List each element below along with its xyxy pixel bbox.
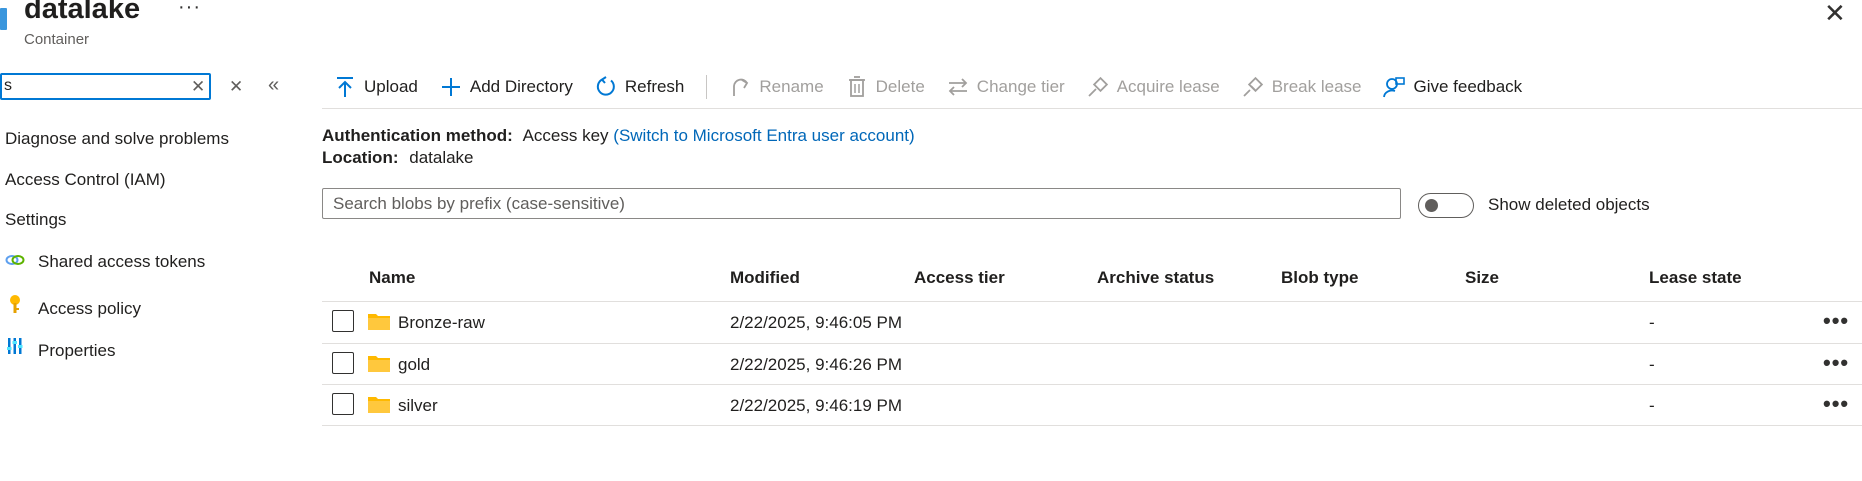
column-header-access-tier[interactable]: Access tier <box>914 268 1005 288</box>
column-header-lease-state[interactable]: Lease state <box>1649 268 1742 288</box>
sidebar-item-label: Properties <box>38 341 116 360</box>
blob-search-field[interactable] <box>322 188 1401 219</box>
column-header-modified[interactable]: Modified <box>730 268 800 288</box>
rename-button[interactable]: Rename <box>729 76 824 98</box>
column-header-size[interactable]: Size <box>1465 268 1499 288</box>
close-blade-button[interactable]: ✕ <box>1824 0 1846 29</box>
break-lease-icon <box>1242 76 1264 98</box>
lease-icon <box>1087 76 1109 98</box>
toolbar-divider <box>706 75 708 99</box>
blob-search-input[interactable] <box>323 190 1400 217</box>
link-icon <box>5 252 25 272</box>
nav-search-input[interactable] <box>2 75 184 97</box>
rename-icon <box>729 76 751 98</box>
row-divider <box>322 425 1862 426</box>
row-checkbox[interactable] <box>332 393 354 415</box>
sidebar-item-shared-access-tokens[interactable]: Shared access tokens <box>5 252 205 272</box>
nav-search-clear-icon[interactable]: ✕ <box>191 77 205 97</box>
page-title: datalake <box>24 0 141 25</box>
nav-search-field[interactable] <box>0 73 211 100</box>
column-header-archive-status[interactable]: Archive status <box>1097 268 1214 288</box>
show-deleted-toggle[interactable] <box>1418 193 1474 218</box>
location-label: Location: <box>322 148 399 167</box>
row-name[interactable]: Bronze-raw <box>398 313 485 333</box>
refresh-button[interactable]: Refresh <box>595 76 684 98</box>
sidebar-item-settings[interactable]: Settings <box>5 210 66 230</box>
column-header-blob-type[interactable]: Blob type <box>1281 268 1358 288</box>
change-tier-button[interactable]: Change tier <box>947 76 1065 98</box>
command-bar: Upload Add Directory Refresh Rename Dele… <box>334 72 1544 102</box>
nav-clear-filter-button[interactable]: ✕ <box>229 77 243 97</box>
row-modified: 2/22/2025, 9:46:26 PM <box>730 355 903 374</box>
row-lease-state: - <box>1649 396 1655 415</box>
sidebar-item-label: Access policy <box>38 299 141 318</box>
row-modified: 2/22/2025, 9:46:05 PM <box>730 313 903 332</box>
break-lease-button[interactable]: Break lease <box>1242 76 1361 98</box>
row-more-button[interactable]: ••• <box>1823 393 1849 415</box>
row-lease-state: - <box>1649 313 1655 332</box>
location-value: datalake <box>409 148 474 167</box>
sidebar-item-label: Settings <box>5 210 67 229</box>
location-line: Location: datalake <box>322 148 474 168</box>
page-subtitle: Container <box>24 31 90 48</box>
row-checkbox[interactable] <box>332 352 354 374</box>
container-icon <box>0 8 7 30</box>
toolbar-divider-line <box>322 108 1862 109</box>
table-row[interactable]: Bronze-raw 2/22/2025, 9:46:05 PM - ••• <box>322 302 1862 343</box>
table-row[interactable]: gold 2/22/2025, 9:46:26 PM - ••• <box>322 344 1862 384</box>
switch-auth-link[interactable]: (Switch to Microsoft Entra user account) <box>613 126 914 145</box>
sidebar-item-label: Shared access tokens <box>38 252 206 271</box>
folder-icon <box>368 314 390 330</box>
upload-button[interactable]: Upload <box>334 76 418 98</box>
sidebar-item-iam[interactable]: Access Control (IAM) <box>5 170 166 190</box>
delete-button[interactable]: Delete <box>846 76 925 98</box>
auth-method-label: Authentication method: <box>322 126 513 145</box>
more-actions-button[interactable]: ··· <box>178 0 201 19</box>
column-header-name[interactable]: Name <box>369 268 415 288</box>
auth-method-line: Authentication method: Access key (Switc… <box>322 126 915 146</box>
feedback-icon <box>1383 76 1406 98</box>
row-modified: 2/22/2025, 9:46:19 PM <box>730 396 903 415</box>
folder-icon <box>368 356 390 372</box>
sidebar-item-label: Access Control (IAM) <box>5 170 166 189</box>
upload-icon <box>334 76 356 98</box>
row-name[interactable]: silver <box>398 396 438 416</box>
sidebar-item-properties[interactable]: Properties <box>5 336 115 361</box>
row-lease-state: - <box>1649 355 1655 374</box>
properties-icon <box>5 336 25 361</box>
key-icon <box>5 294 25 319</box>
row-more-button[interactable]: ••• <box>1823 352 1849 374</box>
sidebar-item-diagnose[interactable]: Diagnose and solve problems <box>5 129 229 149</box>
folder-icon <box>368 397 390 413</box>
auth-method-value: Access key <box>522 126 609 145</box>
swap-arrows-icon <box>947 76 969 98</box>
show-deleted-label: Show deleted objects <box>1488 195 1650 214</box>
toggle-knob <box>1425 199 1438 212</box>
table-row[interactable]: silver 2/22/2025, 9:46:19 PM - ••• <box>322 385 1862 425</box>
plus-icon <box>440 76 462 98</box>
row-checkbox[interactable] <box>332 310 354 332</box>
sidebar-item-access-policy[interactable]: Access policy <box>5 294 141 319</box>
give-feedback-button[interactable]: Give feedback <box>1383 76 1522 98</box>
row-name[interactable]: gold <box>398 355 430 375</box>
add-directory-button[interactable]: Add Directory <box>440 76 573 98</box>
refresh-icon <box>595 76 617 98</box>
row-more-button[interactable]: ••• <box>1823 310 1849 332</box>
collapse-nav-button[interactable]: « <box>268 74 279 97</box>
trash-icon <box>846 76 868 98</box>
sidebar-item-label: Diagnose and solve problems <box>5 129 229 148</box>
acquire-lease-button[interactable]: Acquire lease <box>1087 76 1220 98</box>
